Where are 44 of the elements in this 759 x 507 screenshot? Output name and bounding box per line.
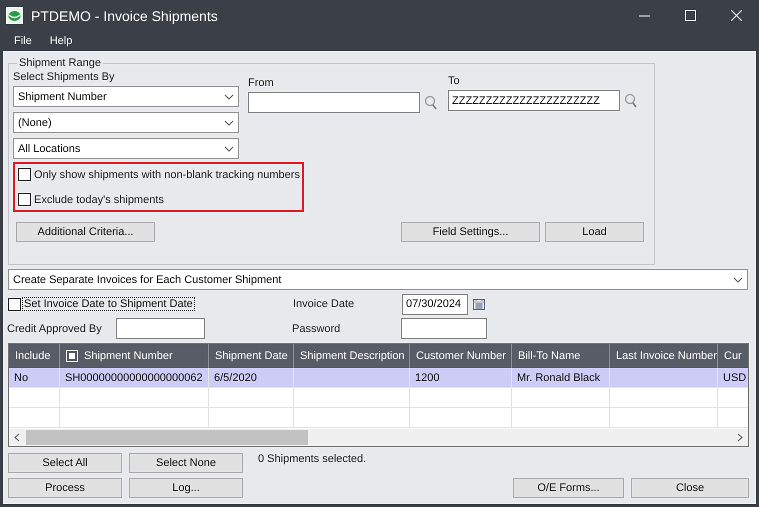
process-button[interactable]: Process [8,478,122,498]
menu-item[interactable]: File [14,35,32,47]
column-header[interactable]: Bill-To Name [518,350,580,362]
field-label: From [248,77,275,89]
field-settings-button[interactable]: Field Settings... [401,222,540,242]
field-label: Credit Approved By [7,322,103,334]
column-header[interactable]: Shipment Date [215,350,288,362]
dropdown[interactable]: Shipment Number [13,86,239,107]
to-field[interactable]: ZZZZZZZZZZZZZZZZZZZZZZ [448,90,620,111]
field-label: To [448,75,461,87]
table-cell: No [14,372,28,384]
checkbox-label: Exclude today's shipments [34,194,164,206]
column-header[interactable]: Last Invoice Number [616,350,717,362]
table-cell: USD [723,372,746,384]
invoice-date-field[interactable]: 07/30/2024 [402,294,468,314]
checkbox-label: Set Invoice Date to Shipment Date [22,297,195,311]
group-title: Shipment Range [18,57,102,69]
additional-criteria-button[interactable]: Additional Criteria... [16,222,155,242]
select-all-button[interactable]: Select All [8,453,122,473]
column-header[interactable]: Customer Number [416,350,506,362]
field-label: Password [292,322,342,334]
field-label: Invoice Date [293,298,356,310]
select-none-button[interactable]: Select None [129,453,243,473]
column-header[interactable]: Cur [724,350,742,362]
dropdown[interactable]: All Locations [13,138,239,159]
field-label: Select Shipments By [13,71,116,83]
status-text: 0 Shipments selected. [258,453,366,465]
oe-forms-button[interactable]: O/E Forms... [513,478,624,498]
menu-item[interactable]: Help [50,35,72,47]
table-cell: 6/5/2020 [214,372,257,384]
column-header[interactable]: Shipment Number [84,350,173,362]
column-header[interactable]: Include [15,350,50,362]
column-header[interactable]: Shipment Description [300,350,405,362]
log-button[interactable]: Log... [129,478,243,498]
table-row[interactable]: No SH00000000000000000062 6/5/2020 1200 Mr. Ronald Black USD [9,368,748,388]
window-title: PTDEMO - Invoice Shipments [31,8,219,24]
checkbox-label: Only show shipments with non-blank tracking numbers [34,168,300,180]
load-button[interactable]: Load [545,222,644,242]
invoice-mode-dropdown[interactable]: Create Separate Invoices for Each Customer Shipment [8,269,748,290]
close-dialog-button[interactable]: Close [631,478,749,498]
table-cell: SH00000000000000000062 [65,372,203,384]
dropdown[interactable]: (None) [13,112,239,133]
table-cell: 1200 [415,372,440,384]
table-cell: Mr. Ronald Black [517,372,600,384]
